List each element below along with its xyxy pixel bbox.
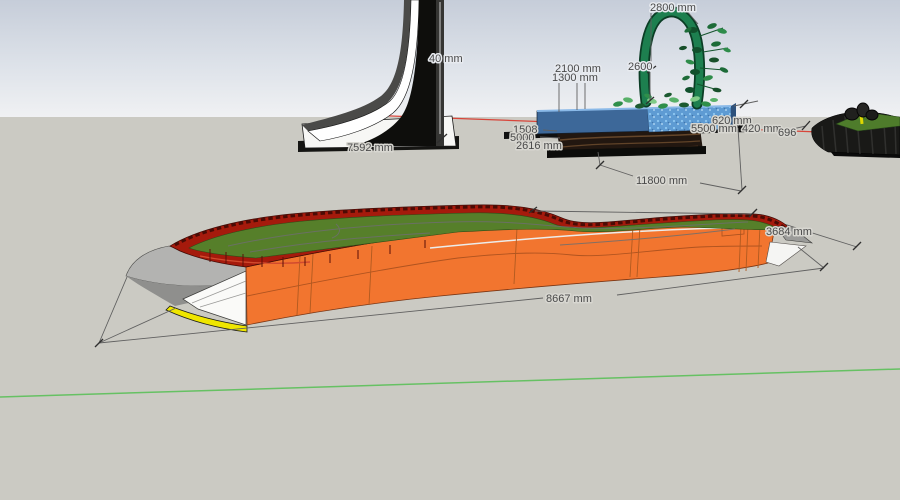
dim-planter-total[interactable]: 11800 mm <box>636 175 687 187</box>
dim-planter-offset[interactable]: 420 mm <box>742 123 782 135</box>
model-viewport[interactable]: 40 mm 7592 mm 2800 mm 2600 2100 mm 1300 … <box>0 0 900 500</box>
dim-base-c[interactable]: 2616 mm <box>516 140 562 152</box>
dim-tower-base[interactable]: 7592 mm <box>347 142 393 154</box>
dim-arch-height[interactable]: 2600 <box>628 61 652 73</box>
dim-planter-b[interactable]: 1300 mm <box>552 72 598 84</box>
ground <box>0 117 900 500</box>
dim-platform-length[interactable]: 8667 mm <box>546 293 592 305</box>
viewport-canvas[interactable]: 40 mm 7592 mm 2800 mm 2600 2100 mm 1300 … <box>0 0 900 500</box>
dim-planter-length[interactable]: 5500 mm <box>691 123 737 135</box>
dim-sculpture-height[interactable]: 2800 mm <box>650 2 696 14</box>
dim-mound[interactable]: 696 <box>778 127 796 139</box>
dim-tower-height[interactable]: 40 mm <box>429 53 463 65</box>
dim-platform-width[interactable]: 3684 mm <box>766 226 812 238</box>
